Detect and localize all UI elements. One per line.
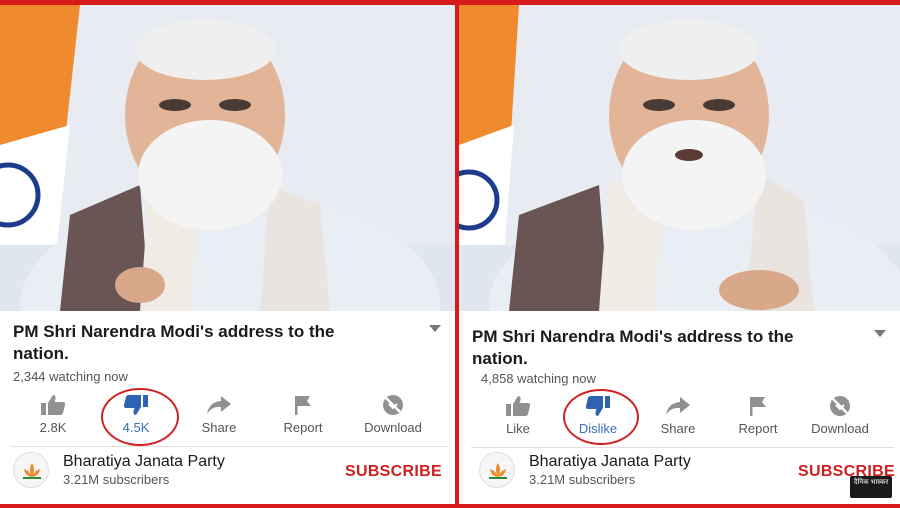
left-video-panel: PM Shri Narendra Modi's address to the n… (0, 5, 455, 504)
channel-row[interactable]: Bharatiya Janata Party 3.21M subscribers (13, 452, 225, 488)
thumbs-up-icon (41, 395, 66, 415)
action-bar: Like Dislike Share Report Download (479, 395, 881, 436)
video-player[interactable] (0, 5, 455, 311)
separator (10, 446, 449, 447)
expand-description-icon[interactable] (874, 330, 886, 337)
separator (471, 447, 894, 448)
report-button[interactable]: Report (258, 394, 348, 435)
lotus-logo-icon (486, 461, 510, 481)
video-frame-image (459, 5, 900, 311)
download-button[interactable]: Download (348, 394, 438, 435)
video-player[interactable] (459, 5, 900, 311)
highlight-circle (563, 389, 639, 445)
share-icon (666, 397, 690, 415)
like-label: Like (506, 421, 530, 436)
report-label: Report (283, 420, 323, 435)
channel-info: Bharatiya Janata Party 3.21M subscribers (529, 452, 691, 488)
share-label: Share (201, 420, 237, 435)
action-bar: 2.8K 4.5K Share Report Download (14, 394, 438, 435)
bottom-red-border (0, 504, 900, 508)
channel-avatar[interactable] (479, 452, 515, 488)
subscriber-count: 3.21M subscribers (63, 472, 170, 487)
like-count: 2.8K (39, 420, 67, 435)
watching-count: 2,344 watching now (13, 369, 128, 384)
channel-name: Bharatiya Janata Party (529, 453, 691, 470)
report-button[interactable]: Report (717, 395, 799, 436)
like-button[interactable]: Like (479, 395, 557, 436)
subscribe-button[interactable]: SUBSCRIBE (345, 463, 442, 481)
channel-avatar[interactable] (13, 452, 49, 488)
video-title-row: PM Shri Narendra Modi's address to the n… (472, 326, 890, 370)
expand-description-icon[interactable] (429, 325, 441, 332)
video-title: PM Shri Narendra Modi's address to the n… (472, 327, 794, 368)
lotus-logo-icon (20, 461, 44, 481)
video-title-row: PM Shri Narendra Modi's address to the n… (13, 321, 445, 365)
video-title: PM Shri Narendra Modi's address to the n… (13, 322, 335, 363)
share-button[interactable]: Share (180, 394, 258, 435)
channel-row[interactable]: Bharatiya Janata Party 3.21M subscribers (479, 452, 691, 488)
thumbs-up-icon (506, 396, 531, 416)
channel-name: Bharatiya Janata Party (63, 453, 225, 470)
report-label: Report (738, 421, 778, 436)
channel-info: Bharatiya Janata Party 3.21M subscribers (63, 452, 225, 488)
download-label: Download (811, 421, 869, 436)
flag-icon (295, 396, 311, 415)
video-frame-image (0, 5, 455, 311)
right-video-panel: PM Shri Narendra Modi's address to the n… (459, 5, 900, 504)
share-label: Share (660, 421, 696, 436)
download-button[interactable]: Download (799, 395, 881, 436)
highlight-circle (101, 388, 179, 446)
watching-count: 4,858 watching now (481, 371, 596, 386)
share-icon (207, 396, 231, 414)
flag-icon (750, 397, 766, 416)
download-icon (830, 396, 850, 416)
subscriber-count: 3.21M subscribers (529, 472, 636, 487)
download-icon (383, 395, 403, 415)
download-label: Download (364, 420, 422, 435)
watermark-logo: दैनिक भास्कर (850, 476, 892, 498)
share-button[interactable]: Share (639, 395, 717, 436)
like-button[interactable]: 2.8K (14, 394, 92, 435)
